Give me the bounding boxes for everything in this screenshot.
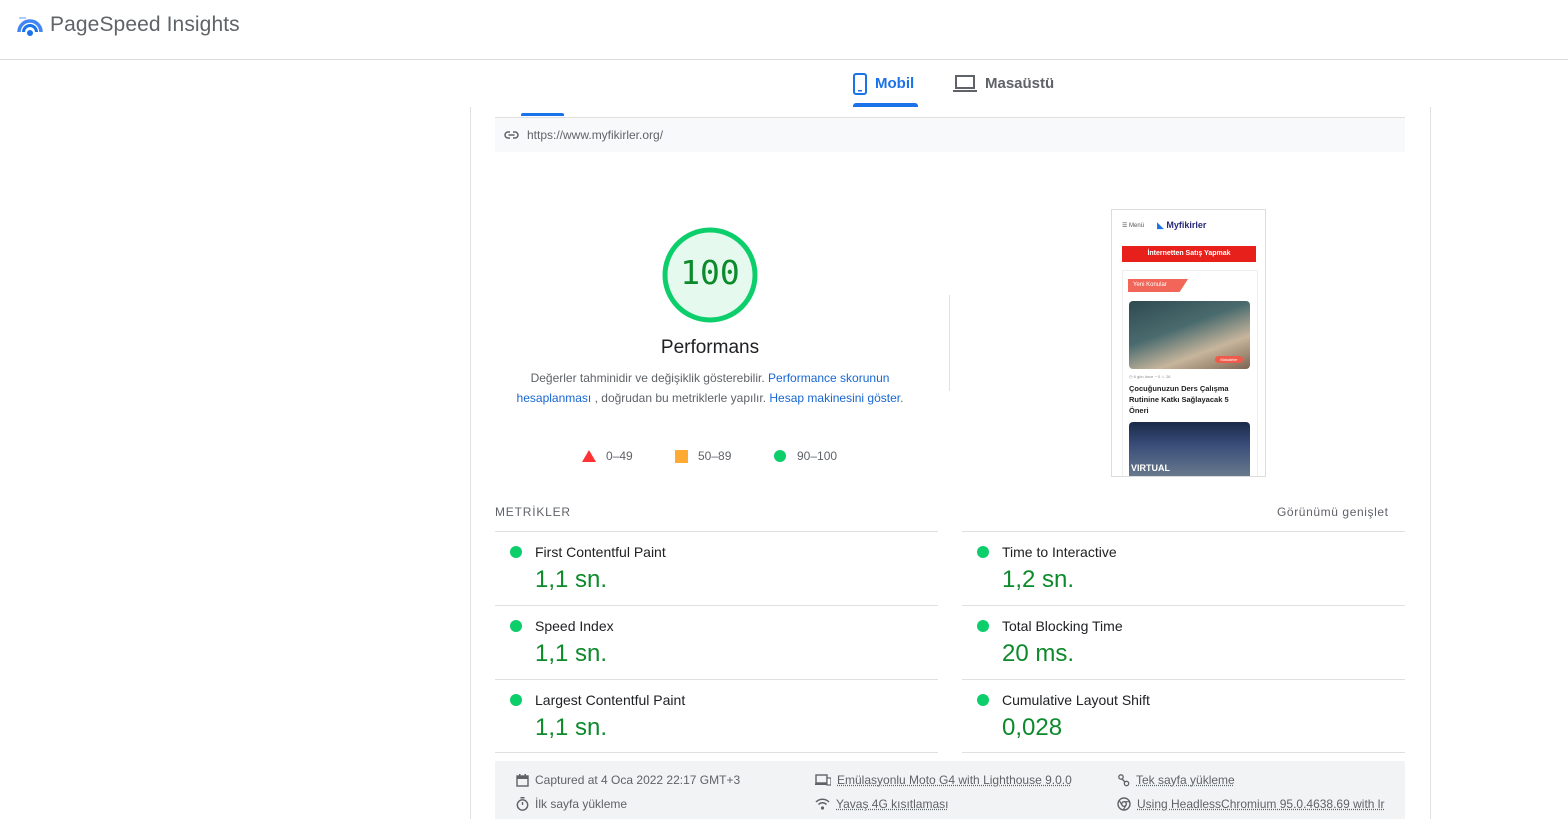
- screenshot-photo-2-text: VIRTUAL: [1131, 463, 1170, 473]
- metric-value: 20 ms.: [1002, 640, 1075, 667]
- screenshot-banner: İnternetten Satış Yapmak: [1122, 246, 1256, 262]
- metric-largest-contentful-paint[interactable]: Largest Contentful Paint 1,1 sn.: [495, 679, 938, 753]
- metric-value: 1,2 sn.: [1002, 566, 1075, 593]
- chrome-icon: [1117, 797, 1131, 811]
- nodes-icon: [1118, 773, 1130, 786]
- metric-total-blocking-time[interactable]: Total Blocking Time 20 ms.: [962, 605, 1405, 679]
- pass-circle-icon: [510, 694, 522, 706]
- desc-prefix: Değerler tahminidir ve değişiklik göster…: [530, 371, 765, 385]
- url-bar: https://www.myfikirler.org/: [495, 117, 1405, 152]
- sub-tab-indicator: [521, 113, 564, 116]
- pass-circle-icon: [977, 620, 989, 632]
- screenshot-badge: Makaleler: [1215, 356, 1243, 363]
- calculator-link[interactable]: Hesap makinesini göster: [769, 391, 900, 405]
- metric-cumulative-layout-shift[interactable]: Cumulative Layout Shift 0,028: [962, 679, 1405, 753]
- screenshot-tag: Yeni Konular: [1128, 279, 1188, 292]
- vertical-divider: [949, 295, 950, 391]
- screenshot-menu: ☰ Menü: [1122, 223, 1145, 229]
- performance-score: 100: [680, 253, 740, 292]
- metrics-section-label: METRİKLER: [495, 505, 571, 519]
- browser-version[interactable]: Using HeadlessChromium 95.0.4638.69 with…: [1117, 797, 1384, 811]
- metric-name: Largest Contentful Paint: [535, 692, 686, 708]
- runtime-settings: Captured at 4 Oca 2022 22:17 GMT+3 İlk s…: [495, 761, 1405, 819]
- link-icon: [504, 131, 519, 139]
- legend-pass-label: 90–100: [797, 449, 838, 463]
- network-throttling[interactable]: Yavaş 4G kısıtlaması: [815, 797, 948, 811]
- wifi-icon: [815, 798, 830, 810]
- emulated-device[interactable]: Emülasyonlu Moto G4 with Lighthouse 9.0.…: [815, 773, 1072, 787]
- metric-value: 1,1 sn.: [535, 640, 608, 667]
- legend-average: 50–89: [675, 448, 731, 464]
- screenshot-meta: ◷ 6 gün önce ◔ 0 ♨ 26: [1129, 374, 1171, 379]
- square-icon: [675, 449, 688, 463]
- metric-value: 1,1 sn.: [535, 566, 608, 593]
- desc-middle: , doğrudan bu metriklerle yapılır.: [594, 391, 767, 405]
- calendar-icon: [516, 773, 529, 787]
- legend-pass: 90–100: [773, 448, 837, 464]
- pagespeed-logo-icon[interactable]: [17, 14, 43, 40]
- pass-circle-icon: [510, 546, 522, 558]
- pass-circle-icon: [977, 694, 989, 706]
- pass-circle-icon: [977, 546, 989, 558]
- final-screenshot: ☰ Menü ◣ Myfikirler İnternetten Satış Ya…: [1111, 209, 1266, 477]
- circle-icon: [774, 450, 786, 462]
- tab-mobile-label: Mobil: [875, 75, 915, 92]
- legend-fail: 0–49: [582, 448, 633, 464]
- metrics-divider-left: [495, 752, 938, 753]
- metric-first-contentful-paint[interactable]: First Contentful Paint 1,1 sn.: [495, 531, 938, 605]
- pass-circle-icon: [510, 620, 522, 632]
- screenshot-brand: ◣ Myfikirler: [1157, 220, 1207, 230]
- desc-suffix: .: [900, 391, 904, 405]
- app-title[interactable]: PageSpeed Insights: [50, 13, 240, 37]
- initial-page-load: İlk sayfa yükleme: [516, 797, 627, 811]
- expand-view-toggle[interactable]: Görünümü genişlet: [1277, 505, 1389, 519]
- tab-desktop[interactable]: Masaüstü: [953, 60, 1054, 107]
- metric-name: Cumulative Layout Shift: [1002, 692, 1150, 708]
- legend-average-label: 50–89: [698, 449, 732, 463]
- metric-value: 1,1 sn.: [535, 714, 608, 741]
- metric-time-to-interactive[interactable]: Time to Interactive 1,2 sn.: [962, 531, 1405, 605]
- single-page-load[interactable]: Tek sayfa yükleme: [1117, 773, 1235, 787]
- devices-icon: [815, 774, 831, 786]
- metric-value: 0,028: [1002, 714, 1063, 741]
- metric-speed-index[interactable]: Speed Index 1,1 sn.: [495, 605, 938, 679]
- legend-fail-label: 0–49: [606, 449, 633, 463]
- metrics-divider-right: [962, 752, 1405, 753]
- performance-description: Değerler tahminidir ve değişiklik göster…: [515, 368, 905, 408]
- screenshot-post-title: Çocuğunuzun Ders Çalışma Rutinine Katkı …: [1129, 384, 1229, 415]
- metric-name: Total Blocking Time: [1002, 618, 1123, 634]
- captured-at: Captured at 4 Oca 2022 22:17 GMT+3: [516, 773, 740, 787]
- metric-name: Time to Interactive: [1002, 544, 1117, 560]
- tab-mobile[interactable]: Mobil: [853, 60, 914, 107]
- app-header: PageSpeed Insights: [0, 0, 1568, 60]
- performance-title: Performans: [660, 337, 760, 358]
- laptop-icon: [953, 74, 977, 92]
- smartphone-icon: [853, 72, 867, 95]
- metric-name: Speed Index: [535, 618, 614, 634]
- tested-url[interactable]: https://www.myfikirler.org/: [527, 128, 663, 142]
- timer-icon: [516, 797, 529, 811]
- tab-desktop-label: Masaüstü: [985, 75, 1055, 92]
- triangle-icon: [582, 450, 596, 462]
- metric-name: First Contentful Paint: [535, 544, 666, 560]
